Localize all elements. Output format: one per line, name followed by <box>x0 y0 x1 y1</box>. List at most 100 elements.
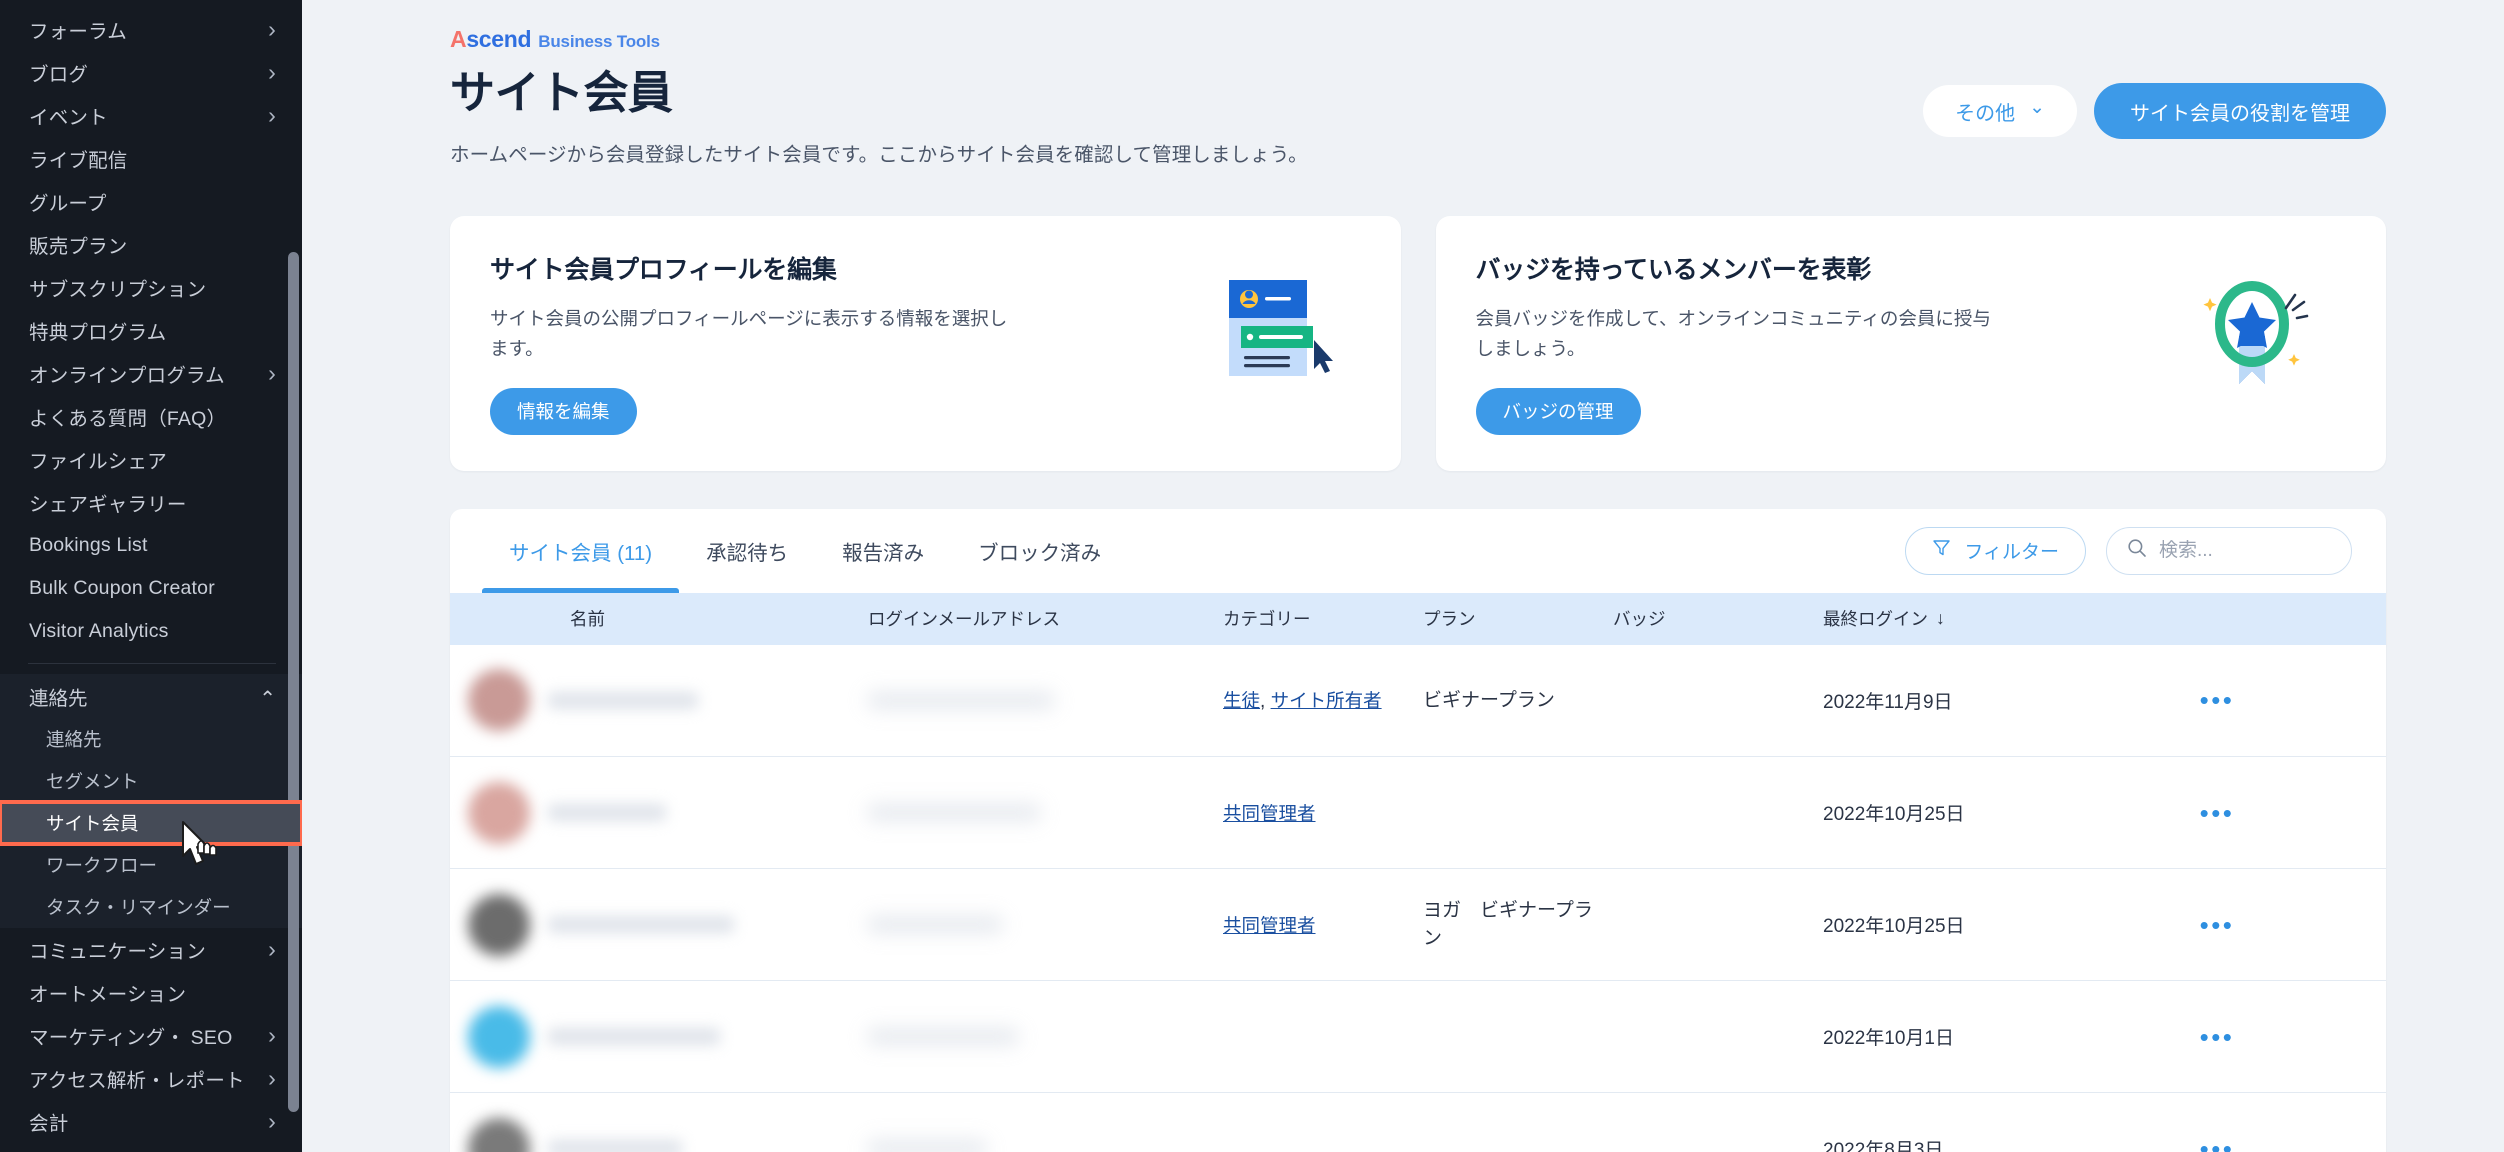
column-header-5[interactable]: 最終ログイン ↓ <box>1803 592 2048 645</box>
member-name-redacted <box>548 804 666 822</box>
cell-plan: ヨガ ビギナープラン <box>1403 868 1593 982</box>
sidebar-item-label: ブログ <box>29 64 89 86</box>
sidebar-item-7[interactable]: 特典プログラム <box>0 309 302 352</box>
column-header-2[interactable]: カテゴリー <box>1203 592 1403 645</box>
chevron-right-icon <box>268 61 276 84</box>
sidebar-item-label: サブスクリプション <box>29 279 207 301</box>
sidebar-subitem-label: ワークフロー <box>46 855 158 876</box>
sidebar-subitem-2[interactable]: サイト会員 <box>0 800 302 846</box>
tab-3[interactable]: ブロック済み <box>951 509 1128 593</box>
sidebar-item-14[interactable]: Visitor Analytics <box>0 610 302 653</box>
more-button[interactable]: その他 <box>1923 85 2077 137</box>
sidebar-item-1[interactable]: オートメーション <box>0 971 302 1014</box>
category-link[interactable]: 共同管理者 <box>1223 803 1316 824</box>
row-actions-menu-icon[interactable]: ••• <box>2048 1024 2386 1050</box>
sidebar-item-4[interactable]: グループ <box>0 180 302 223</box>
sidebar-item-label: オートメーション <box>29 984 187 1006</box>
column-header-4[interactable]: バッジ <box>1593 592 1803 645</box>
sidebar-group-header-contacts[interactable]: 連絡先 <box>0 674 302 718</box>
table-row[interactable]: 2022年10月1日 ••• <box>450 980 2386 1094</box>
row-actions-menu-icon[interactable]: ••• <box>2048 800 2386 826</box>
app-root: フォーラムブログイベントライブ配信グループ販売プランサブスクリプション特典プログ… <box>0 0 2504 1152</box>
category-list: 共同管理者 <box>1203 912 1403 938</box>
tab-2[interactable]: 報告済み <box>815 509 951 593</box>
sidebar-item-label: グループ <box>29 193 107 215</box>
cell-actions: ••• <box>2048 756 2386 870</box>
sidebar-item-label: オンラインプログラム <box>29 365 225 387</box>
sidebar-item-label: 販売プラン <box>29 236 128 258</box>
cell-last-login: 2022年10月25日 <box>1803 868 2048 982</box>
member-email-redacted <box>848 691 1203 709</box>
sidebar-divider <box>28 663 276 664</box>
sidebar-item-6[interactable]: サブスクリプション <box>0 266 302 309</box>
column-header-1[interactable]: ログインメールアドレス <box>848 592 1203 645</box>
cell-plan <box>1403 980 1593 1094</box>
sidebar-item-13[interactable]: Bulk Coupon Creator <box>0 567 302 610</box>
sidebar-subitem-label: サイト会員 <box>46 813 139 834</box>
search-box[interactable] <box>2106 526 2352 575</box>
card-edit-profile-body: サイト会員プロフィールを編集 サイト会員の公開プロフィールページに表示する情報を… <box>490 250 1020 435</box>
column-header-0[interactable]: 名前 <box>450 592 848 645</box>
category-link[interactable]: サイト所有者 <box>1271 690 1382 711</box>
sidebar-item-8[interactable]: オンラインプログラム <box>0 352 302 395</box>
chevron-right-icon <box>268 1067 276 1090</box>
sidebar-item-9[interactable]: よくある質問（FAQ） <box>0 395 302 438</box>
email-redaction-bar <box>868 804 1040 822</box>
column-header-3[interactable]: プラン <box>1403 592 1593 645</box>
table-row[interactable]: 生徒, サイト所有者 ビギナープラン 2022年11月9日 ••• <box>450 644 2386 758</box>
sidebar-subitem-4[interactable]: タスク・リマインダー <box>0 886 302 928</box>
sidebar-scrollbar[interactable] <box>288 252 299 1112</box>
sidebar-item-1[interactable]: ブログ <box>0 51 302 94</box>
search-input[interactable] <box>2159 539 2331 562</box>
filter-button-label: フィルター <box>1964 542 2059 564</box>
card-title: サイト会員プロフィールを編集 <box>490 255 837 284</box>
members-panel: サイト会員 (11) 承認待ち 報告済み ブロック済み フィルター 検索... … <box>450 508 2386 1152</box>
sidebar-item-3[interactable]: アクセス解析・レポート <box>0 1057 302 1100</box>
table-row[interactable]: 2022年8月3日 ••• <box>450 1092 2386 1152</box>
category-separator: , <box>1260 691 1271 713</box>
row-actions-menu-icon[interactable]: ••• <box>2048 912 2386 938</box>
sidebar-item-label: よくある質問（FAQ） <box>29 408 227 430</box>
filter-button[interactable]: フィルター <box>1905 526 2086 575</box>
member-identity <box>450 893 848 956</box>
sidebar-item-10[interactable]: ファイルシェア <box>0 438 302 481</box>
member-email-redacted <box>848 916 1203 934</box>
category-link[interactable]: 共同管理者 <box>1223 915 1316 936</box>
sidebar-item-label: 会計 <box>29 1113 69 1135</box>
tab-0[interactable]: サイト会員 (11) <box>482 509 680 593</box>
sidebar-item-4[interactable]: 会計 <box>0 1100 302 1143</box>
row-actions-menu-icon[interactable]: ••• <box>2048 687 2386 713</box>
sidebar-subitem-3[interactable]: ワークフロー <box>0 844 302 886</box>
cell-email <box>848 644 1203 758</box>
sidebar-item-2[interactable]: マーケティング・ SEO <box>0 1014 302 1057</box>
sidebar-subitem-1[interactable]: セグメント <box>0 760 302 802</box>
column-header-inner: 名前 <box>450 606 848 631</box>
cell-category: 共同管理者 <box>1203 868 1403 982</box>
panel-toolbar: サイト会員 (11) 承認待ち 報告済み ブロック済み フィルター <box>450 509 2386 593</box>
column-header-label: プラン <box>1423 609 1476 630</box>
row-actions-menu-icon[interactable]: ••• <box>2048 1136 2386 1152</box>
sidebar-item-12[interactable]: Bookings List <box>0 524 302 567</box>
member-name-redacted <box>548 1140 682 1152</box>
sidebar-item-label: ファイルシェア <box>29 451 167 473</box>
sidebar-item-0[interactable]: フォーラム <box>0 8 302 51</box>
sidebar-item-3[interactable]: ライブ配信 <box>0 137 302 180</box>
column-header-6[interactable] <box>2048 592 2386 645</box>
category-link[interactable]: 生徒 <box>1223 690 1260 711</box>
manage-badges-button[interactable]: バッジの管理 <box>1475 387 1641 435</box>
edit-info-button[interactable]: 情報を編集 <box>490 387 637 435</box>
sidebar-item-label: アクセス解析・レポート <box>29 1070 245 1092</box>
sidebar-subitem-label: セグメント <box>46 771 139 792</box>
panel-tools: フィルター <box>1905 526 2352 575</box>
sidebar-item-2[interactable]: イベント <box>0 94 302 137</box>
sidebar-item-0[interactable]: コミュニケーション <box>0 928 302 971</box>
sidebar-item-11[interactable]: シェアギャラリー <box>0 481 302 524</box>
table-row[interactable]: 共同管理者 ヨガ ビギナープラン 2022年10月25日 ••• <box>450 868 2386 982</box>
manage-roles-button[interactable]: サイト会員の役割を管理 <box>2094 83 2386 139</box>
member-name-redacted <box>548 916 734 934</box>
cell-actions: ••• <box>2048 1092 2386 1152</box>
sidebar-item-5[interactable]: 販売プラン <box>0 223 302 266</box>
sidebar-subitem-0[interactable]: 連絡先 <box>0 718 302 760</box>
tab-1[interactable]: 承認待ち <box>679 509 815 593</box>
table-row[interactable]: 共同管理者 2022年10月25日 ••• <box>450 756 2386 870</box>
